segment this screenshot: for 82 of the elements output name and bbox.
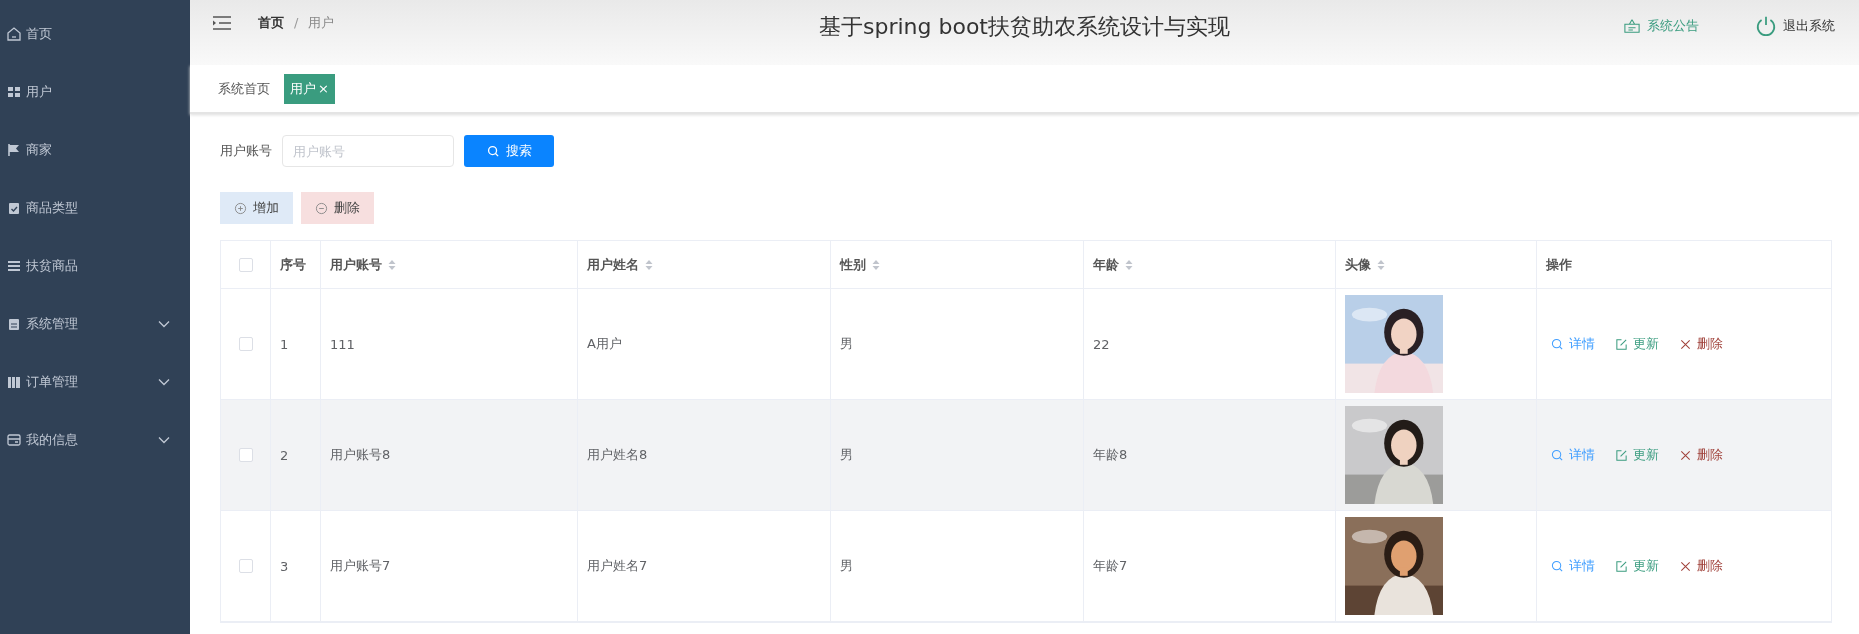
table-cell: 年龄8 (1093, 446, 1128, 464)
column-header: 序号 (280, 255, 306, 274)
column-header: 用户账号 (330, 255, 382, 274)
edit-icon (1615, 559, 1628, 573)
plus-circle-icon (234, 201, 247, 215)
table-cell: 男 (840, 335, 853, 353)
close-icon[interactable]: × (318, 80, 329, 96)
sort-icon[interactable] (1377, 258, 1385, 271)
table-cell: 年龄7 (1093, 557, 1128, 575)
table-cell: 1 (280, 336, 289, 352)
search-field[interactable]: 用户账号 (282, 135, 454, 167)
sort-icon[interactable] (872, 258, 880, 271)
table-row[interactable]: 2 用户账号8 用户姓名8 男 年龄8 详情 更新 删除 (221, 400, 1831, 511)
column-header: 操作 (1546, 255, 1572, 274)
table-cell: 111 (330, 336, 355, 352)
house-icon (6, 26, 22, 42)
tab[interactable]: 系统首页 (212, 73, 276, 104)
table-row[interactable]: 3 用户账号7 用户姓名7 男 年龄7 详情 更新 删除 (221, 511, 1831, 622)
edit-icon (1615, 448, 1628, 462)
table-cell: 用户姓名7 (587, 557, 648, 575)
breadcrumb-separator: / (294, 15, 299, 30)
card-icon (6, 432, 22, 448)
minus-circle-icon (315, 201, 328, 215)
row-checkbox[interactable] (238, 559, 253, 573)
row-checkbox[interactable] (238, 448, 253, 462)
sidebar-item[interactable]: 首页 (0, 5, 190, 63)
search-button[interactable]: 搜索 (464, 135, 554, 167)
menu-icon[interactable] (212, 14, 232, 31)
sort-icon[interactable] (388, 258, 396, 271)
edit-link[interactable]: 更新 (1615, 557, 1659, 575)
column-header: 用户姓名 (587, 255, 639, 274)
clipboard-icon (6, 200, 22, 216)
power-icon (1755, 14, 1777, 37)
delete-link[interactable]: 删除 (1679, 446, 1723, 464)
list-icon (6, 258, 22, 274)
delete-link[interactable]: 删除 (1679, 557, 1723, 575)
add-button[interactable]: 增加 (220, 192, 293, 224)
sidebar-item[interactable]: 我的信息 (0, 411, 190, 469)
edit-link[interactable]: 更新 (1615, 335, 1659, 353)
sidebar-item[interactable]: 系统管理 (0, 295, 190, 353)
grid-icon (6, 84, 22, 100)
sidebar-item[interactable]: 订单管理 (0, 353, 190, 411)
sort-icon[interactable] (1125, 258, 1133, 271)
delete-link[interactable]: 删除 (1679, 335, 1723, 353)
tab[interactable]: 用户× (284, 73, 335, 104)
table-cell: A用户 (587, 335, 622, 353)
search-icon (486, 144, 500, 158)
table-cell: 用户姓名8 (587, 446, 648, 464)
table-cell: 用户账号7 (330, 557, 391, 575)
search-icon (1551, 337, 1564, 351)
page-title: 基于spring boot扶贫助农系统设计与实现 (819, 13, 1230, 41)
breadcrumb-item: 用户 (308, 13, 335, 32)
close-icon (1679, 337, 1692, 351)
notice-board-icon (1623, 17, 1641, 34)
close-icon (1679, 448, 1692, 462)
flag-icon (6, 142, 22, 158)
logout-link[interactable]: 退出系统 (1755, 14, 1835, 37)
row-checkbox[interactable] (238, 337, 253, 351)
close-icon (1679, 559, 1692, 573)
sort-icon[interactable] (645, 258, 653, 271)
table-cell: 用户账号8 (330, 446, 391, 464)
search-icon (1551, 559, 1564, 573)
sidebar-item[interactable]: 用户 (0, 63, 190, 121)
table-cell: 男 (840, 557, 853, 575)
column-header: 性别 (840, 255, 866, 274)
table-cell: 3 (280, 558, 289, 574)
select-all-checkbox[interactable] (238, 257, 253, 272)
table-cell: 2 (280, 447, 289, 463)
column-header: 年龄 (1093, 255, 1119, 274)
bars-icon (6, 374, 22, 390)
delete-button[interactable]: 删除 (301, 192, 374, 224)
table-cell: 22 (1093, 336, 1110, 352)
column-header: 头像 (1345, 255, 1371, 274)
search-icon (1551, 448, 1564, 462)
sidebar-item[interactable]: 商家 (0, 121, 190, 179)
field-label: 用户账号 (220, 142, 272, 160)
edit-icon (1615, 337, 1628, 351)
sidebar-item[interactable]: 商品类型 (0, 179, 190, 237)
breadcrumb-item[interactable]: 首页 (258, 13, 284, 32)
table-cell: 男 (840, 446, 853, 464)
document-icon (6, 316, 22, 332)
sidebar-item[interactable]: 扶贫商品 (0, 237, 190, 295)
